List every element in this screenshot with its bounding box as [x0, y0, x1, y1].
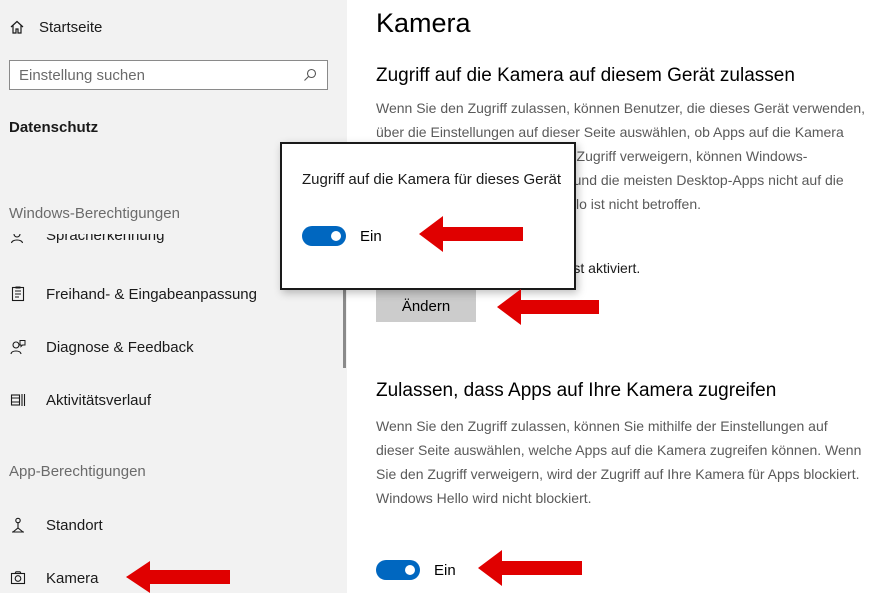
- dialog-toggle-row[interactable]: Ein: [302, 226, 382, 246]
- camera-settings-page: Kamera Zugriff auf die Kamera auf diesem…: [347, 0, 869, 593]
- app-access-toggle[interactable]: [376, 560, 420, 580]
- red-arrow-icon: [497, 289, 599, 325]
- sidebar-home-label: Startseite: [39, 18, 103, 36]
- red-arrow-icon: [419, 216, 523, 252]
- sidebar-group-windows: Windows-Berechtigungen: [9, 205, 180, 222]
- sidebar-section-title: Datenschutz: [9, 119, 99, 136]
- feedback-icon: [9, 338, 27, 356]
- home-icon: [10, 20, 24, 34]
- sidebar-item-activity[interactable]: Aktivitätsverlauf: [9, 386, 329, 414]
- app-access-toggle-label: Ein: [434, 561, 456, 579]
- red-arrow-icon: [478, 550, 582, 586]
- red-arrow-icon: [126, 561, 230, 593]
- settings-search-input[interactable]: [10, 65, 303, 85]
- sidebar-item-label: Kamera: [46, 569, 99, 587]
- dialog-title: Zugriff auf die Kamera für dieses Gerät: [302, 171, 562, 188]
- inking-typing-icon: [9, 285, 27, 303]
- camera-icon: [9, 569, 27, 587]
- device-access-heading: Zugriff auf die Kamera auf diesem Gerät …: [376, 65, 795, 86]
- settings-search-box[interactable]: [9, 60, 328, 90]
- sidebar-item-label: Spracherkennung: [46, 234, 165, 244]
- sidebar-item-label: Aktivitätsverlauf: [46, 391, 152, 409]
- dialog-toggle-label: Ein: [360, 227, 382, 245]
- activity-history-icon: [9, 391, 27, 409]
- sidebar-item-location[interactable]: Standort: [9, 511, 329, 539]
- search-icon[interactable]: [303, 68, 317, 82]
- sidebar-item-label: Standort: [46, 516, 103, 534]
- toggle-knob: [331, 231, 341, 241]
- sidebar-group-app: App-Berechtigungen: [9, 463, 146, 480]
- sidebar-item-label: Diagnose & Feedback: [46, 338, 194, 356]
- sidebar-item-label: Freihand- & Eingabeanpassung: [46, 285, 257, 303]
- app-access-toggle-row[interactable]: Ein: [376, 560, 456, 580]
- app-access-description: Wenn Sie den Zugriff zulassen, können Si…: [376, 418, 862, 506]
- page-title: Kamera: [376, 8, 471, 38]
- speech-icon: [9, 234, 27, 245]
- settings-sidebar: Startseite Datenschutz Windows-Berechtig…: [0, 0, 347, 593]
- change-button[interactable]: Ändern: [376, 290, 476, 322]
- app-access-heading: Zulassen, dass Apps auf Ihre Kamera zugr…: [376, 380, 777, 401]
- toggle-knob: [405, 565, 415, 575]
- sidebar-item-feedback[interactable]: Diagnose & Feedback: [9, 333, 329, 361]
- device-access-toggle[interactable]: [302, 226, 346, 246]
- sidebar-home[interactable]: Startseite: [9, 14, 102, 40]
- location-icon: [9, 516, 27, 534]
